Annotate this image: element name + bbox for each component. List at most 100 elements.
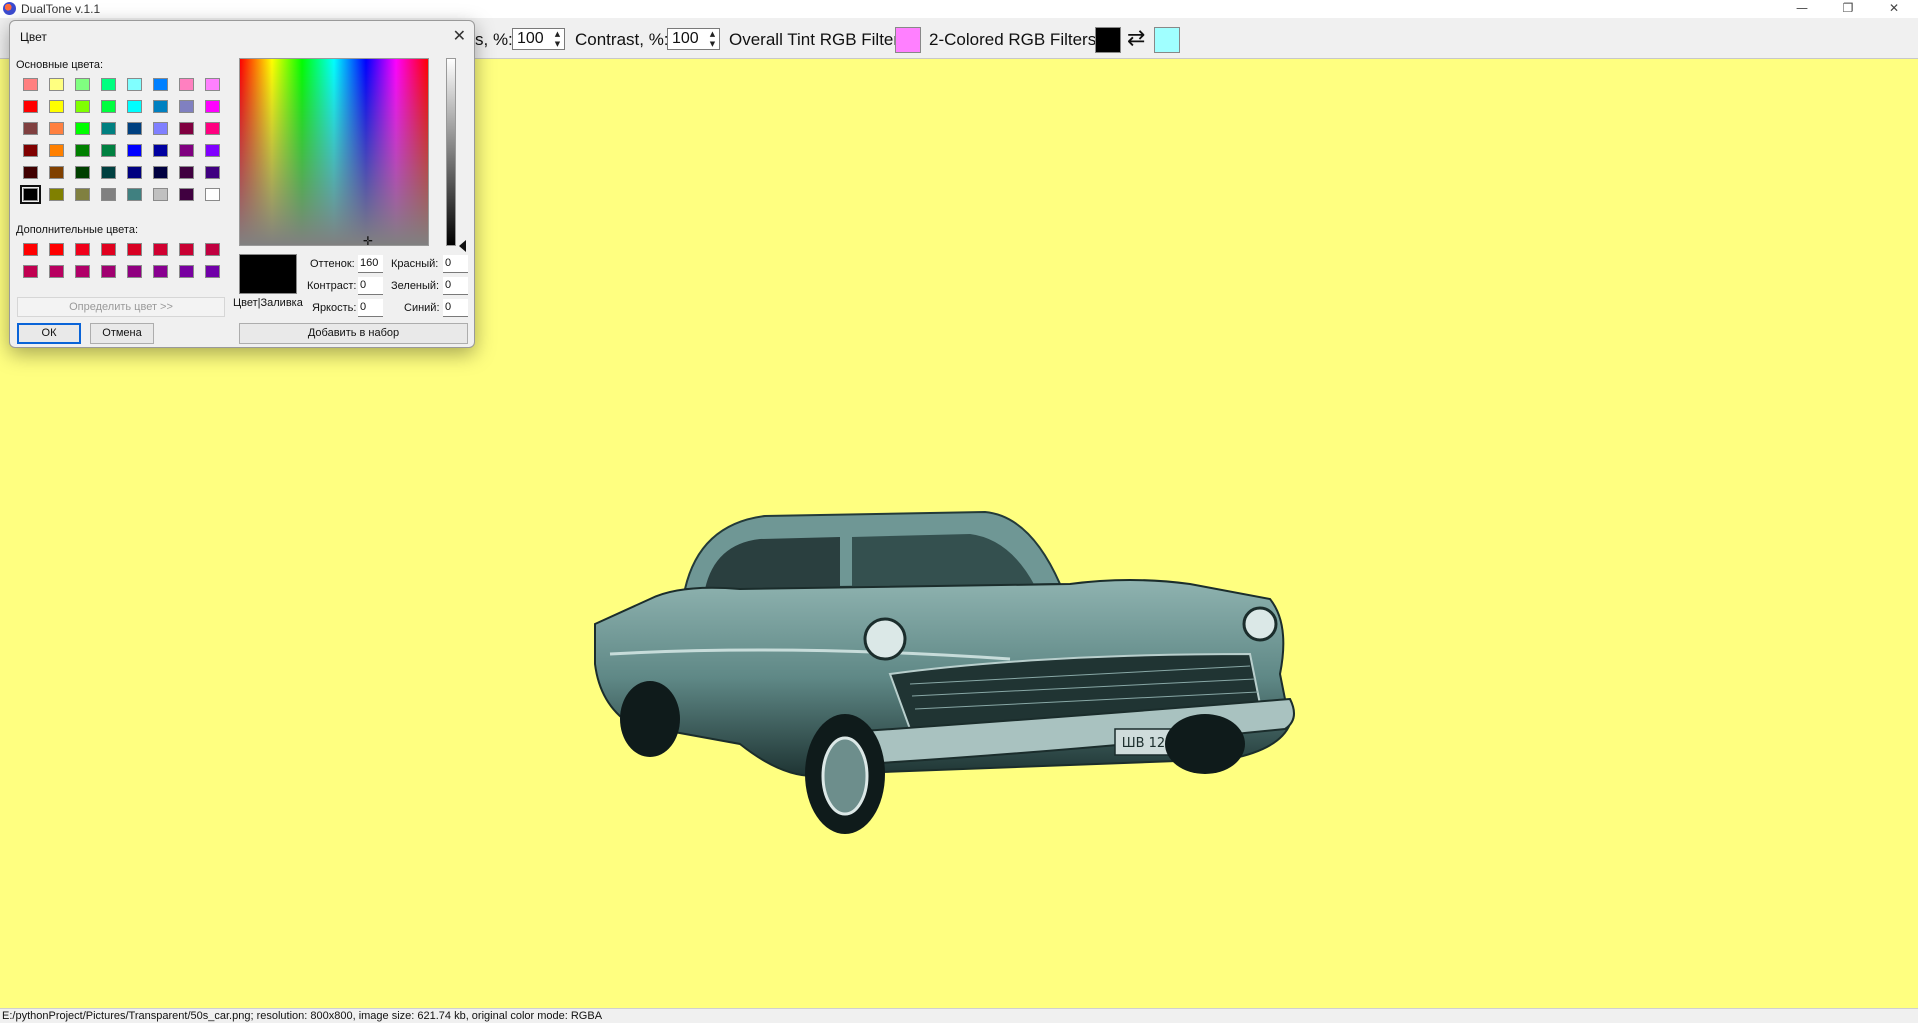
lightness-field[interactable]: 0 xyxy=(358,299,383,317)
color-swatch[interactable] xyxy=(121,238,147,260)
saturation-field[interactable]: 0 xyxy=(358,277,383,295)
color-swatch[interactable] xyxy=(69,73,95,95)
color-swatch[interactable] xyxy=(147,161,173,183)
brightness-spinbox[interactable]: 100 ▲ ▼ xyxy=(512,28,565,50)
color-swatch[interactable] xyxy=(173,183,199,205)
brightness-value: 100 xyxy=(517,30,544,47)
color-swatch[interactable] xyxy=(173,238,199,260)
color-swatch[interactable] xyxy=(147,238,173,260)
color-swatch[interactable] xyxy=(147,260,173,282)
color-swatch[interactable] xyxy=(95,95,121,117)
color-swatch[interactable] xyxy=(199,139,225,161)
color-swatch[interactable] xyxy=(121,139,147,161)
blue-field[interactable]: 0 xyxy=(443,299,468,317)
color-swatch[interactable] xyxy=(43,238,69,260)
two-color-filter-label: 2-Colored RGB Filters: xyxy=(929,30,1101,49)
spin-up-icon[interactable]: ▲ xyxy=(552,30,563,39)
color-swatch[interactable] xyxy=(95,238,121,260)
color-swatch[interactable] xyxy=(199,260,225,282)
color-swatch[interactable] xyxy=(147,139,173,161)
color-swatch[interactable] xyxy=(69,95,95,117)
car-image: ШВ 122 2.8 xyxy=(594,510,1295,834)
color-swatch[interactable] xyxy=(69,260,95,282)
color-swatch[interactable] xyxy=(173,95,199,117)
tint-color-swatch[interactable] xyxy=(895,27,921,53)
brightness-label: s, %: xyxy=(475,30,513,49)
color-swatch[interactable] xyxy=(17,238,43,260)
luminance-arrow-icon[interactable] xyxy=(459,240,466,252)
color-swatch[interactable] xyxy=(43,117,69,139)
color-swatch[interactable] xyxy=(95,161,121,183)
color-swatch[interactable] xyxy=(199,161,225,183)
spin-down-icon[interactable]: ▼ xyxy=(707,40,718,49)
color-swatch[interactable] xyxy=(121,260,147,282)
color-swatch[interactable] xyxy=(69,238,95,260)
color-swatch[interactable] xyxy=(121,95,147,117)
color-swatch[interactable] xyxy=(43,95,69,117)
color-swatch[interactable] xyxy=(199,183,225,205)
ok-button[interactable]: ОК xyxy=(17,323,81,344)
spin-down-icon[interactable]: ▼ xyxy=(552,40,563,49)
dark-color-swatch[interactable] xyxy=(1095,27,1121,53)
color-swatch[interactable] xyxy=(95,260,121,282)
custom-colors-grid xyxy=(17,238,225,282)
color-swatch[interactable] xyxy=(147,95,173,117)
color-swatch[interactable] xyxy=(173,139,199,161)
color-swatch[interactable] xyxy=(17,117,43,139)
swap-icon[interactable]: ⇄ xyxy=(1127,27,1145,51)
add-to-custom-colors-button[interactable]: Добавить в набор xyxy=(239,323,468,344)
color-swatch[interactable] xyxy=(173,73,199,95)
color-swatch[interactable] xyxy=(173,260,199,282)
color-swatch[interactable] xyxy=(69,139,95,161)
tint-filter-label: Overall Tint RGB Filter: xyxy=(729,30,904,49)
color-swatch[interactable] xyxy=(95,117,121,139)
saturation-label: Контраст: xyxy=(307,280,357,292)
color-swatch[interactable] xyxy=(17,183,43,205)
color-swatch[interactable] xyxy=(69,161,95,183)
color-swatch[interactable] xyxy=(121,161,147,183)
color-swatch[interactable] xyxy=(121,183,147,205)
color-spectrum[interactable] xyxy=(239,58,429,246)
contrast-spinbox[interactable]: 100 ▲ ▼ xyxy=(667,28,720,50)
color-swatch[interactable] xyxy=(199,73,225,95)
hue-field[interactable]: 160 xyxy=(358,255,383,273)
color-swatch[interactable] xyxy=(69,183,95,205)
cancel-button[interactable]: Отмена xyxy=(90,323,154,344)
color-swatch[interactable] xyxy=(17,73,43,95)
restore-button[interactable]: ❐ xyxy=(1826,0,1870,16)
color-swatch[interactable] xyxy=(17,139,43,161)
spin-up-icon[interactable]: ▲ xyxy=(707,30,718,39)
color-swatch[interactable] xyxy=(147,117,173,139)
color-swatch[interactable] xyxy=(43,139,69,161)
red-field[interactable]: 0 xyxy=(443,255,468,273)
custom-colors-label: Дополнительные цвета: xyxy=(16,224,138,236)
close-icon[interactable]: ✕ xyxy=(453,26,466,45)
color-swatch[interactable] xyxy=(173,117,199,139)
color-swatch[interactable] xyxy=(121,117,147,139)
color-swatch[interactable] xyxy=(199,117,225,139)
minimize-button[interactable]: — xyxy=(1780,0,1824,16)
light-color-swatch[interactable] xyxy=(1154,27,1180,53)
color-swatch[interactable] xyxy=(43,183,69,205)
color-swatch[interactable] xyxy=(17,260,43,282)
close-window-button[interactable]: ✕ xyxy=(1872,0,1916,16)
contrast-label: Contrast, %: xyxy=(575,30,669,49)
luminance-slider[interactable] xyxy=(446,58,456,246)
color-swatch[interactable] xyxy=(173,161,199,183)
color-swatch[interactable] xyxy=(199,95,225,117)
green-field[interactable]: 0 xyxy=(443,277,468,295)
color-swatch[interactable] xyxy=(69,117,95,139)
color-swatch[interactable] xyxy=(199,238,225,260)
define-custom-color-button[interactable]: Определить цвет >> xyxy=(17,297,225,317)
color-swatch[interactable] xyxy=(43,73,69,95)
color-swatch[interactable] xyxy=(43,161,69,183)
color-swatch[interactable] xyxy=(17,95,43,117)
color-swatch[interactable] xyxy=(95,139,121,161)
color-swatch[interactable] xyxy=(147,73,173,95)
color-swatch[interactable] xyxy=(17,161,43,183)
color-swatch[interactable] xyxy=(43,260,69,282)
color-swatch[interactable] xyxy=(121,73,147,95)
color-swatch[interactable] xyxy=(95,73,121,95)
color-swatch[interactable] xyxy=(147,183,173,205)
color-swatch[interactable] xyxy=(95,183,121,205)
